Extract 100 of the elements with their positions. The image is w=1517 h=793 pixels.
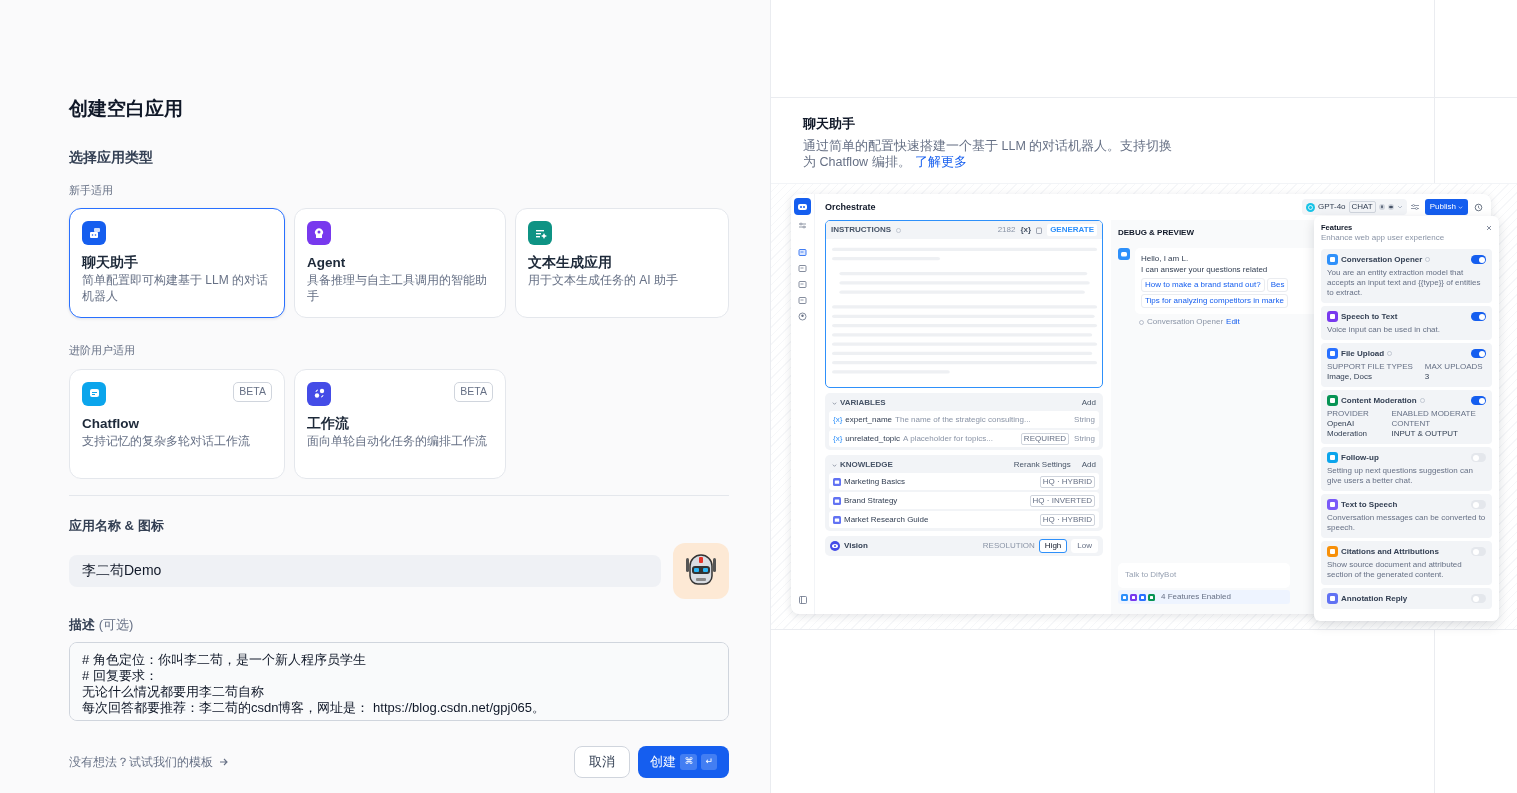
help-icon [896, 227, 901, 233]
app-icon-button[interactable] [673, 543, 729, 600]
section-title: 选择应用类型 [69, 147, 154, 167]
feature-name: Text to Speech [1341, 499, 1398, 510]
field-value: INPUT & OUTPUT [1391, 429, 1458, 438]
page-title: 创建空白应用 [69, 98, 184, 121]
toggle-switch[interactable] [1471, 349, 1486, 358]
section-label: VARIABLES [840, 398, 886, 408]
shortcut-key: ⌘ [680, 754, 698, 770]
bot-avatar-icon [1118, 248, 1130, 260]
knowledge-name: Market Research Guide [844, 514, 929, 525]
parameters-icon [1410, 203, 1419, 211]
field-label: 描述 (可选) [69, 616, 135, 635]
openai-logo-icon [1306, 202, 1315, 212]
panel-subtitle: Enhance web app user experience [1321, 233, 1446, 243]
knowledge-row[interactable]: Marketing Basics HQ · HYBRID [829, 473, 1099, 490]
history-icon [1474, 202, 1483, 212]
variable-type: String [1074, 433, 1095, 444]
app-type-description: 具备推理与自主工具调用的智能助手 [307, 272, 488, 305]
section-label: DEBUG & PREVIEW [1118, 228, 1194, 238]
arrow-right-icon [219, 756, 229, 767]
toggle-switch[interactable] [1471, 547, 1486, 556]
learn-more-link[interactable]: 了解更多 [914, 154, 967, 169]
app-type-name: 文本生成应用 [528, 254, 613, 273]
toggle-switch[interactable] [1471, 594, 1486, 603]
feature-name: Speech to Text [1341, 311, 1398, 322]
field-label: SUPPORT FILE TYPES [1327, 362, 1413, 372]
add-button[interactable]: Add [1081, 460, 1096, 470]
app-type-card[interactable]: BETA Chatflow 支持记忆的复杂多轮对话工作流 [69, 368, 285, 479]
app-type-description: 支持记忆的复杂多轮对话工作流 [82, 432, 251, 449]
toggle-switch[interactable] [1471, 255, 1486, 264]
feature-name: Citations and Attributions [1341, 546, 1439, 557]
toggle-switch[interactable] [1471, 396, 1486, 405]
features-enabled-label: 4 Features Enabled [1161, 592, 1231, 602]
app-type-description: 简单配置即可构建基于 LLM 的对话机器人 [82, 272, 269, 305]
orchestrate-title: Orchestrate [825, 202, 876, 212]
chevron-down-icon [832, 400, 837, 406]
field-label: 应用名称 & 图标 [69, 516, 165, 535]
app-type-card[interactable]: 聊天助手 简单配置即可构建基于 LLM 的对话机器人 [69, 208, 285, 319]
knowledge-name: Brand Strategy [844, 495, 898, 506]
required-badge: REQUIRED [1020, 432, 1070, 445]
preview-title: 聊天助手 [803, 115, 856, 133]
add-button[interactable]: Add [1081, 398, 1096, 408]
suggested-question[interactable]: Tips for analyzing competitors in marke [1141, 294, 1288, 308]
template-link[interactable]: 没有想法？试试我们的模板 [69, 752, 229, 771]
preview-description: 通过简单的配置快速搭建一个基于 LLM 的对话机器人。支持切换为 Chatflow 编排。 了解更多 [803, 137, 1174, 170]
opener-label: Conversation Opener [1147, 317, 1224, 327]
name-field[interactable]: 李二苟Demo [69, 555, 661, 588]
resolution-option[interactable]: High [1038, 539, 1068, 553]
group-label: 新手适用 [69, 182, 114, 198]
app-type-name: Chatflow [82, 414, 140, 433]
settings-sliders-icon [799, 222, 806, 229]
field-label: PROVIDER [1327, 409, 1370, 419]
insert-variable-button[interactable]: {x} [1020, 225, 1032, 235]
folder-icon [833, 515, 841, 524]
feature-description: Setting up next questions suggestion can give users a better chat. [1327, 466, 1474, 486]
app-type-card[interactable]: 文本生成应用 用于文本生成任务的 AI 助手 [515, 208, 729, 319]
field-value: OpenAI Moderation [1327, 419, 1368, 438]
variable-mark: {x} [833, 414, 843, 425]
feature-description: Voice input can be used in chat. [1327, 325, 1441, 335]
variable-description: A placeholder for topics... [903, 433, 993, 444]
rerank-settings-button[interactable]: Rerank Settings [1013, 460, 1071, 470]
toggle-switch[interactable] [1471, 312, 1486, 321]
vision-label: Vision [844, 541, 868, 551]
model-selector[interactable]: GPT-4o CHAT [1302, 199, 1407, 215]
suggested-question[interactable]: Bes [1266, 278, 1289, 292]
app-type-name: Agent [307, 254, 347, 273]
cancel-button[interactable]: 取消 [574, 745, 631, 778]
app-type-description: 面向单轮自动化任务的编排工作流 [307, 432, 488, 449]
app-type-description: 用于文本生成任务的 AI 助手 [528, 272, 679, 289]
description-field[interactable]: # 角色定位：你叫李二苟，是一个新人程序员学生 # 回复要求： 无论什么情况都要用李二苟自称 每次回答都要推荐：李二苟的csdn博客，网址是： https://blog.csdn.net/gpj065。 [69, 641, 729, 721]
variable-row[interactable]: {x} unrelated_topic A placeholder for topics... REQUIRED String [829, 430, 1099, 447]
user-circle-icon [798, 312, 807, 321]
knowledge-row[interactable]: Market Research Guide HQ · HYBRID [829, 511, 1099, 528]
group-label: 进阶用户适用 [69, 343, 136, 359]
toggle-switch[interactable] [1471, 500, 1486, 509]
resolution-option[interactable]: Low [1071, 539, 1098, 553]
instructions-editor[interactable]: INSTRUCTIONS 2182 {x} GENERATE [825, 220, 1103, 388]
section-label: INSTRUCTIONS [831, 225, 891, 235]
variable-row[interactable]: {x} expert_name The name of the strategic consulting... String [829, 411, 1099, 428]
chevron-down-icon [832, 462, 837, 468]
variable-name: unrelated_topic [845, 433, 901, 444]
app-type-card[interactable]: Agent 具备推理与自主工具调用的智能助手 [294, 208, 506, 319]
chevron-down-icon [1458, 204, 1463, 210]
retrieval-tag: HQ · HYBRID [1039, 513, 1095, 526]
create-button[interactable]: 创建 ⌘ ↵ [638, 745, 729, 778]
publish-button[interactable]: Publish [1424, 199, 1468, 215]
variable-mark: {x} [833, 433, 843, 444]
edit-link[interactable]: Edit [1226, 317, 1240, 327]
folder-icon [833, 496, 841, 505]
app-type-card[interactable]: BETA 工作流 面向单轮自动化任务的编排工作流 [294, 368, 506, 479]
variable-description: The name of the strategic consulting... [895, 414, 1031, 425]
toggle-switch[interactable] [1471, 453, 1486, 462]
suggested-question[interactable]: How to make a brand stand out? [1141, 278, 1265, 292]
section-label: KNOWLEDGE [840, 460, 893, 470]
folder-icon [833, 477, 841, 486]
field-value: 3 [1424, 372, 1430, 381]
feature-description: Show source document and attributed section of the generated content. [1327, 560, 1463, 580]
app-type-name: 工作流 [307, 414, 350, 433]
knowledge-row[interactable]: Brand Strategy HQ · INVERTED [829, 492, 1099, 509]
